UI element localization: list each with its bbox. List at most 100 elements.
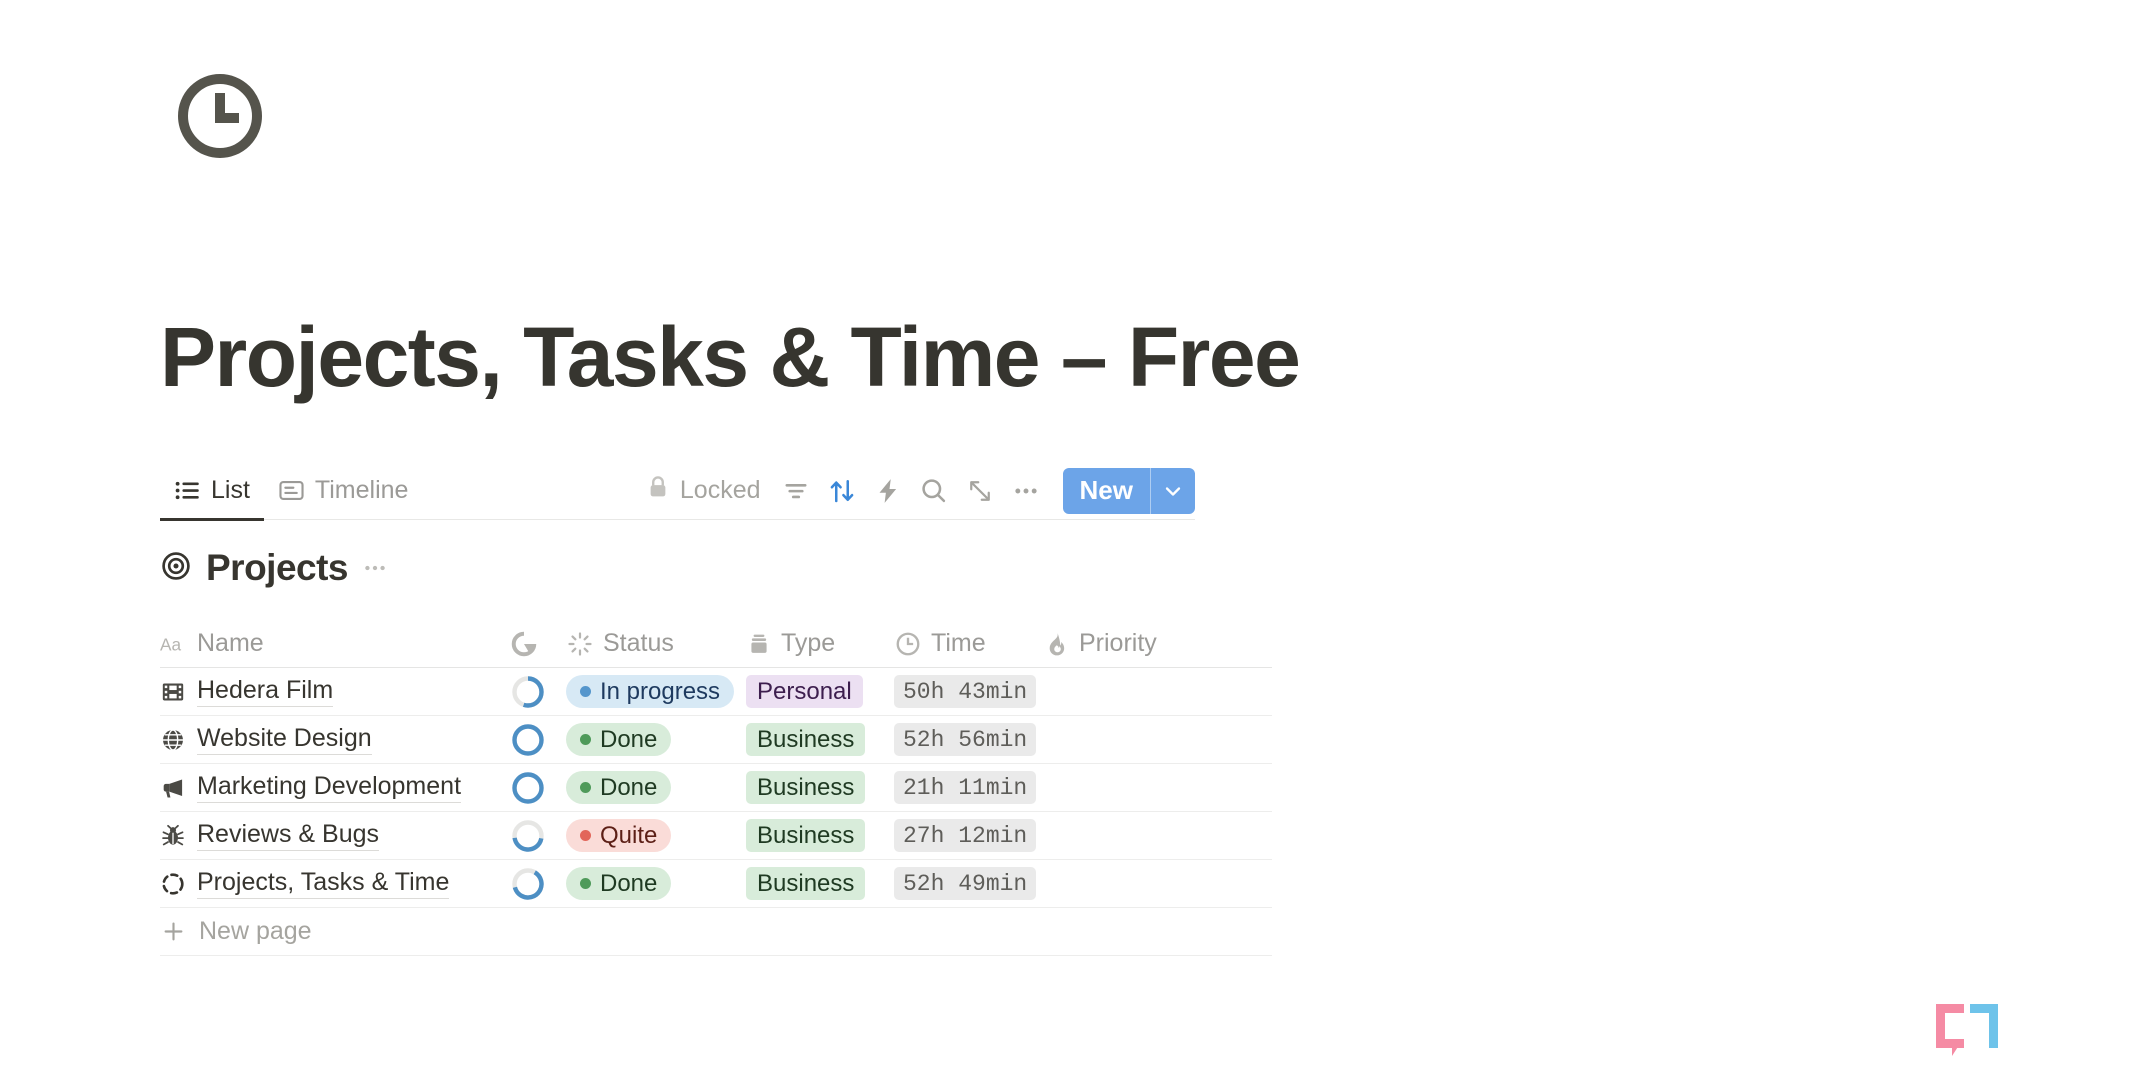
tab-list[interactable]: List xyxy=(160,462,264,521)
row-status-cell[interactable]: Done xyxy=(566,867,746,900)
row-status-cell[interactable]: Quite xyxy=(566,819,746,852)
status-spinner-icon xyxy=(566,630,594,658)
row-progress-cell[interactable] xyxy=(510,818,566,854)
row-name-cell[interactable]: Reviews & Bugs xyxy=(160,820,510,851)
new-button[interactable]: New xyxy=(1062,467,1195,514)
search-icon[interactable] xyxy=(911,468,957,514)
column-header-type-label: Type xyxy=(781,629,836,657)
film-strip-icon xyxy=(160,679,186,705)
column-header-name[interactable]: Aa Name xyxy=(160,629,510,658)
column-header-priority-label: Priority xyxy=(1079,629,1157,657)
row-name-cell[interactable]: Hedera Film xyxy=(160,676,510,707)
page-title[interactable]: Projects, Tasks & Time – Free xyxy=(160,315,1301,399)
column-header-priority[interactable]: Priority xyxy=(1042,629,1222,658)
clock-icon xyxy=(894,630,922,658)
row-type-cell[interactable]: Business xyxy=(746,723,894,756)
row-status-cell[interactable]: In progress xyxy=(566,675,746,708)
automation-bolt-icon[interactable] xyxy=(865,468,911,514)
progress-ring-icon xyxy=(512,675,544,708)
database-header: Projects xyxy=(160,547,388,589)
new-page-label: New page xyxy=(199,917,312,945)
new-button-label: New xyxy=(1079,475,1133,505)
notion-page: Projects, Tasks & Time – Free List Timel… xyxy=(0,0,2144,1082)
row-progress-cell[interactable] xyxy=(510,674,566,710)
status-label: Done xyxy=(600,869,658,897)
row-name-cell[interactable]: Website Design xyxy=(160,724,510,755)
tab-timeline-label: Timeline xyxy=(314,476,409,504)
table-row[interactable]: Projects, Tasks & Time Done Business 52h… xyxy=(160,860,1272,908)
more-options-icon[interactable] xyxy=(1003,468,1049,514)
column-header-type[interactable]: Type xyxy=(746,629,894,658)
column-header-progress[interactable] xyxy=(510,630,566,658)
table-row[interactable]: Reviews & Bugs Quite Business 27h 12min xyxy=(160,812,1272,860)
bug-icon xyxy=(160,823,186,849)
megaphone-icon xyxy=(160,775,186,801)
status-badge: Quite xyxy=(566,819,672,852)
svg-text:Aa: Aa xyxy=(160,634,181,654)
table-row[interactable]: Hedera Film In progress Personal 50h 43m… xyxy=(160,668,1272,716)
row-time-cell[interactable]: 50h 43min xyxy=(894,675,1042,708)
locked-label: Locked xyxy=(679,476,761,504)
time-value: 27h 12min xyxy=(894,819,1037,852)
filter-icon[interactable] xyxy=(773,468,819,514)
time-value: 52h 49min xyxy=(894,867,1037,900)
row-name-cell[interactable]: Projects, Tasks & Time xyxy=(160,868,510,899)
type-badge: Business xyxy=(746,771,866,804)
toolbar-actions: Locked New xyxy=(633,462,1195,520)
chevron-down-icon[interactable] xyxy=(1151,468,1195,514)
time-value: 21h 11min xyxy=(894,771,1037,804)
row-type-cell[interactable]: Business xyxy=(746,867,894,900)
locked-indicator[interactable]: Locked xyxy=(633,474,773,507)
status-dot-icon xyxy=(580,686,591,697)
select-stack-icon xyxy=(746,631,772,657)
row-name-label[interactable]: Marketing Development xyxy=(197,772,462,803)
row-name-label[interactable]: Website Design xyxy=(197,724,372,755)
progress-ring-icon xyxy=(512,771,544,804)
flame-icon xyxy=(1042,630,1070,658)
column-header-time[interactable]: Time xyxy=(894,629,1042,658)
row-progress-cell[interactable] xyxy=(510,866,566,902)
status-dot-icon xyxy=(580,782,591,793)
status-label: Done xyxy=(600,725,658,753)
time-value: 50h 43min xyxy=(894,675,1037,708)
status-dot-icon xyxy=(580,878,591,889)
column-header-name-label: Name xyxy=(197,629,264,657)
row-time-cell[interactable]: 52h 49min xyxy=(894,867,1042,900)
row-status-cell[interactable]: Done xyxy=(566,771,746,804)
new-page-row[interactable]: New page xyxy=(160,908,1272,956)
row-name-label[interactable]: Hedera Film xyxy=(197,676,334,707)
row-progress-cell[interactable] xyxy=(510,722,566,758)
column-header-status-label: Status xyxy=(603,629,674,657)
row-name-cell[interactable]: Marketing Development xyxy=(160,772,510,803)
status-badge: In progress xyxy=(566,675,735,708)
time-value: 52h 56min xyxy=(894,723,1037,756)
tab-timeline[interactable]: Timeline xyxy=(264,462,423,520)
row-name-label[interactable]: Reviews & Bugs xyxy=(197,820,380,851)
type-badge: Business xyxy=(746,723,866,756)
sort-icon[interactable] xyxy=(819,468,865,514)
table-row[interactable]: Website Design Done Business 52h 56min xyxy=(160,716,1272,764)
row-time-cell[interactable]: 27h 12min xyxy=(894,819,1042,852)
clock-icon[interactable] xyxy=(176,72,264,160)
status-dot-icon xyxy=(580,734,591,745)
column-header-status[interactable]: Status xyxy=(566,629,746,658)
column-header-time-label: Time xyxy=(931,629,986,657)
table-row[interactable]: Marketing Development Done Business 21h … xyxy=(160,764,1272,812)
lock-icon xyxy=(645,474,671,507)
database-title[interactable]: Projects xyxy=(206,547,349,589)
row-progress-cell[interactable] xyxy=(510,770,566,806)
row-status-cell[interactable]: Done xyxy=(566,723,746,756)
row-time-cell[interactable]: 21h 11min xyxy=(894,771,1042,804)
more-options-icon[interactable] xyxy=(362,555,388,581)
type-badge: Business xyxy=(746,867,866,900)
row-type-cell[interactable]: Personal xyxy=(746,675,894,708)
row-type-cell[interactable]: Business xyxy=(746,771,894,804)
status-badge: Done xyxy=(566,723,672,756)
expand-icon[interactable] xyxy=(957,468,1003,514)
status-label: Quite xyxy=(600,821,658,849)
row-type-cell[interactable]: Business xyxy=(746,819,894,852)
row-name-label[interactable]: Projects, Tasks & Time xyxy=(197,868,450,899)
view-tabs: List Timeline xyxy=(160,462,423,521)
progress-ring-icon xyxy=(512,819,544,852)
row-time-cell[interactable]: 52h 56min xyxy=(894,723,1042,756)
